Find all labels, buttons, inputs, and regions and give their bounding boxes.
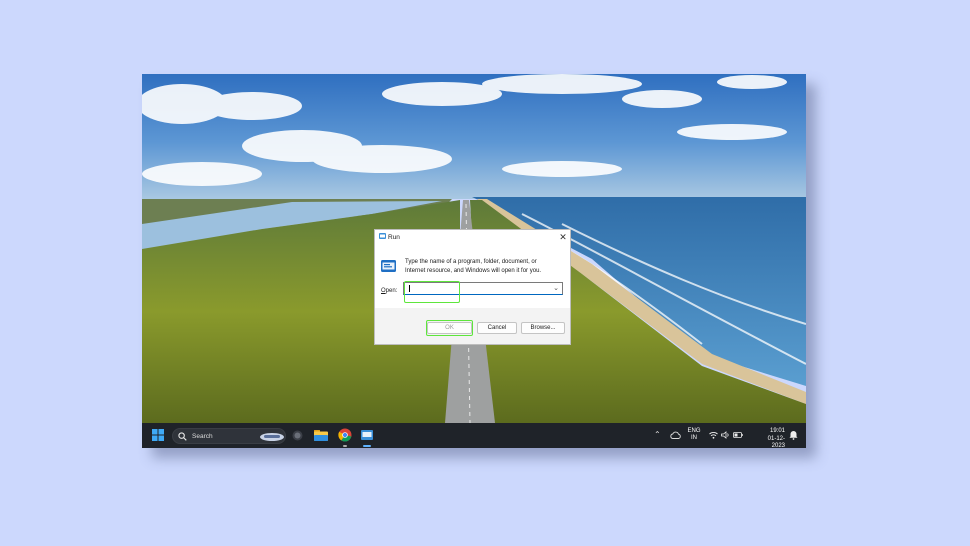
run-dialog: Run ✕ Type the name of a program, folder… [374, 229, 571, 345]
chrome-active-indicator [343, 445, 347, 447]
language-code: ENG [687, 428, 701, 434]
open-label-text: pen: [385, 288, 398, 294]
taskbar-search-box[interactable]: Search [172, 428, 286, 444]
volume-icon[interactable] [721, 431, 730, 439]
cancel-button[interactable]: Cancel [477, 322, 517, 334]
desktop-screen: Run ✕ Type the name of a program, folder… [142, 74, 806, 448]
run-icon [381, 260, 396, 272]
copilot-icon[interactable] [292, 430, 303, 441]
run-icon[interactable] [361, 429, 373, 441]
ok-button-highlight [426, 320, 473, 336]
language-indicator[interactable]: ENG IN [686, 428, 702, 442]
notification-icon[interactable] [789, 430, 798, 440]
wifi-icon[interactable] [709, 431, 718, 439]
taskbar-clock[interactable]: 19:01 01-12-2023 [755, 428, 785, 448]
open-input-highlight [404, 281, 460, 303]
file-explorer-icon[interactable] [314, 429, 328, 441]
clock-date: 01-12-2023 [767, 435, 785, 449]
run-dialog-description: Type the name of a program, folder, docu… [405, 259, 542, 274]
windows-start-icon[interactable] [152, 429, 164, 441]
open-label: Open: [381, 288, 397, 294]
run-dialog-title: Run [388, 234, 400, 241]
cloud-icon[interactable] [670, 431, 681, 439]
browse-button[interactable]: Browse... [521, 322, 565, 334]
close-icon[interactable]: ✕ [558, 232, 568, 242]
search-placeholder: Search [192, 433, 213, 440]
search-highlight-icon [260, 433, 284, 441]
clock-time: 19:01 [769, 428, 785, 434]
run-dialog-body: Type the name of a program, folder, docu… [375, 244, 570, 308]
battery-icon[interactable] [733, 431, 743, 439]
region-code: IN [691, 435, 697, 441]
run-dialog-titlebar[interactable]: Run ✕ [375, 230, 570, 244]
taskbar: Search ⌃ ENG IN 19:01 01-12-2023 [142, 423, 806, 448]
run-active-indicator [363, 445, 371, 447]
chevron-down-icon[interactable]: ⌄ [553, 284, 559, 292]
search-icon [178, 432, 187, 441]
chrome-icon[interactable] [338, 428, 352, 442]
chevron-up-icon[interactable]: ⌃ [654, 430, 661, 439]
run-icon [379, 233, 386, 239]
